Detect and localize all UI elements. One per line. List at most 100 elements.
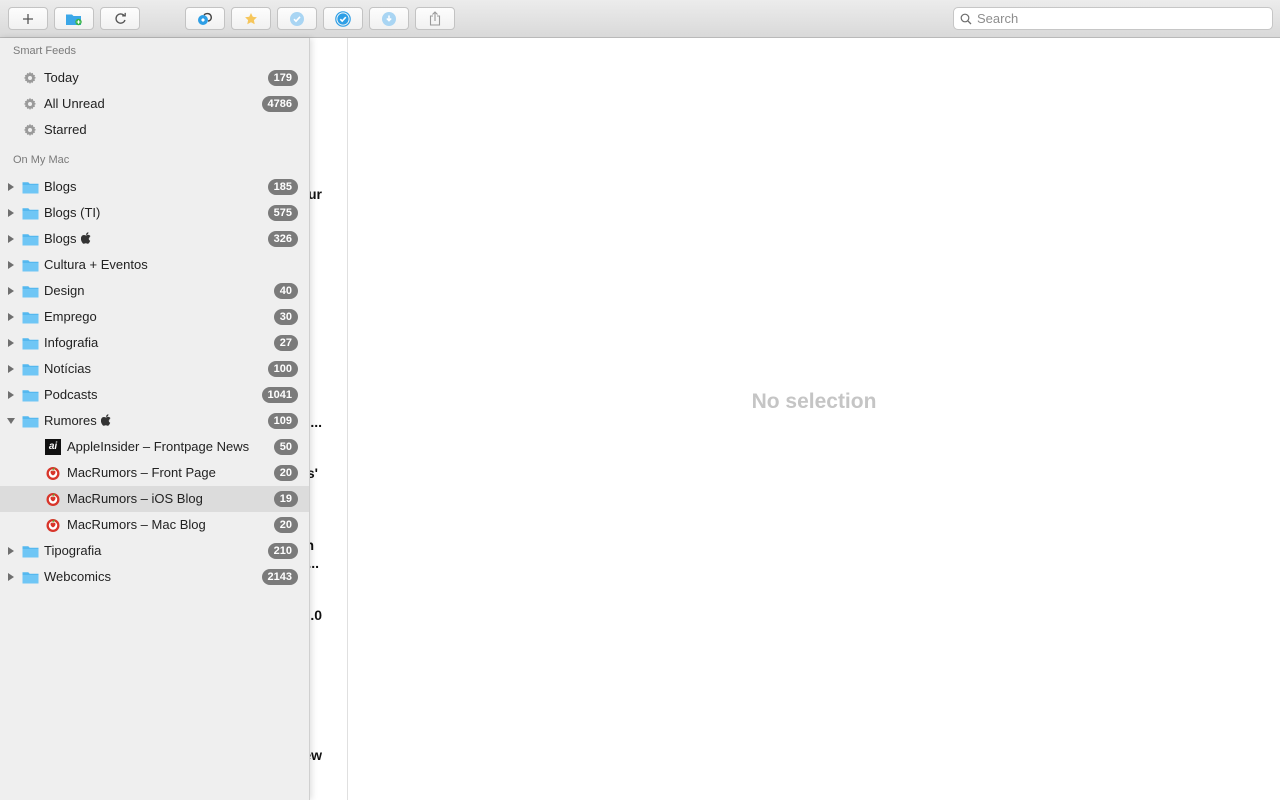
share-button[interactable] bbox=[415, 7, 455, 30]
disclosure-triangle-icon[interactable] bbox=[6, 338, 16, 348]
folder-name: Cultura + Eventos bbox=[44, 257, 148, 272]
folder-icon bbox=[22, 390, 39, 402]
feed-name: MacRumors – Mac Blog bbox=[67, 517, 206, 532]
disclosure-triangle-icon[interactable] bbox=[6, 416, 16, 426]
sidebar-item-label: Blogs bbox=[44, 179, 77, 194]
macrumors-icon bbox=[46, 519, 60, 532]
disclosure-triangle-icon[interactable] bbox=[6, 546, 16, 556]
unread-count-badge: 4786 bbox=[261, 96, 298, 112]
unread-count-badge: 20 bbox=[273, 465, 298, 481]
gear-icon bbox=[23, 71, 37, 84]
on-my-mac-header: On My Mac bbox=[13, 154, 70, 166]
article-title-fragment[interactable]: s' bbox=[310, 465, 318, 481]
sidebar-folder-blogs[interactable]: Blogs 185 bbox=[0, 174, 309, 200]
sidebar-item-label: Today bbox=[44, 70, 79, 85]
unread-count-badge: 27 bbox=[273, 335, 298, 351]
sidebar-feed-macrumors-ios-blog[interactable]: MacRumors – iOS Blog 19 bbox=[0, 486, 309, 512]
sidebar-feed-appleinsider-frontpage-news[interactable]: ai AppleInsider – Frontpage News 50 bbox=[0, 434, 309, 460]
folder-name: Emprego bbox=[44, 309, 97, 324]
unread-count-badge: 575 bbox=[267, 205, 298, 221]
sidebar-folder-blogs[interactable]: Blogs 326 bbox=[0, 226, 309, 252]
new-folder-button[interactable] bbox=[54, 7, 94, 30]
article-title-fragment[interactable]: ew bbox=[310, 747, 322, 763]
mark-all-read-button[interactable] bbox=[323, 7, 363, 30]
disclosure-triangle-icon[interactable] bbox=[6, 182, 16, 192]
toolbar bbox=[0, 0, 1280, 38]
sidebar-item-label: Starred bbox=[44, 122, 87, 137]
feed-name: MacRumors – Front Page bbox=[67, 465, 216, 480]
article-title-fragment[interactable]: .0 bbox=[310, 607, 322, 623]
macrumors-icon bbox=[46, 493, 60, 506]
unread-count-badge: 179 bbox=[267, 70, 298, 86]
disclosure-triangle-icon[interactable] bbox=[6, 572, 16, 582]
article-list[interactable]: ur e... s' n ... .0 ew bbox=[310, 38, 348, 800]
sidebar-folder-emprego[interactable]: Emprego 30 bbox=[0, 304, 309, 330]
disclosure-triangle-icon[interactable] bbox=[6, 286, 16, 296]
smart-feed-all-unread[interactable]: All Unread 4786 bbox=[0, 91, 309, 117]
folder-name: Infografia bbox=[44, 335, 99, 350]
sidebar-item-label: Notícias bbox=[44, 361, 91, 376]
sidebar-item-label: Rumores bbox=[44, 413, 111, 428]
unread-count-badge: 1041 bbox=[261, 387, 298, 403]
macrumors-icon bbox=[46, 467, 60, 480]
article-title-fragment[interactable]: ur bbox=[310, 186, 322, 202]
sidebar-item-label: Cultura + Eventos bbox=[44, 257, 148, 272]
sidebar-folder-rumores[interactable]: Rumores 109 bbox=[0, 408, 309, 434]
open-in-browser-button[interactable] bbox=[185, 7, 225, 30]
article-title-fragment[interactable]: e... bbox=[310, 414, 322, 430]
add-feed-button[interactable] bbox=[8, 7, 48, 30]
folder-name: Blogs (TI) bbox=[44, 205, 101, 220]
apple-logo-icon bbox=[80, 232, 91, 244]
disclosure-triangle-icon[interactable] bbox=[6, 260, 16, 270]
folder-name: Design bbox=[44, 283, 85, 298]
folder-name: Webcomics bbox=[44, 569, 111, 584]
folder-name: Rumores bbox=[44, 413, 97, 428]
gear-icon bbox=[23, 97, 37, 110]
folder-icon bbox=[22, 312, 39, 324]
refresh-button[interactable] bbox=[100, 7, 140, 30]
star-button[interactable] bbox=[231, 7, 271, 30]
sidebar-folder-design[interactable]: Design 40 bbox=[0, 278, 309, 304]
search-field[interactable] bbox=[953, 7, 1273, 30]
unread-count-badge: 109 bbox=[267, 413, 298, 429]
sidebar-folder-webcomics[interactable]: Webcomics 2143 bbox=[0, 564, 309, 590]
smart-feed-starred[interactable]: Starred bbox=[0, 117, 309, 143]
sidebar-folder-infografia[interactable]: Infografia 27 bbox=[0, 330, 309, 356]
sidebar-folder-podcasts[interactable]: Podcasts 1041 bbox=[0, 382, 309, 408]
sidebar-feed-macrumors-front-page[interactable]: MacRumors – Front Page 20 bbox=[0, 460, 309, 486]
sidebar-item-label: All Unread bbox=[44, 96, 105, 111]
disclosure-triangle-icon[interactable] bbox=[6, 312, 16, 322]
next-unread-button[interactable] bbox=[369, 7, 409, 30]
unread-count-badge: 20 bbox=[273, 517, 298, 533]
refresh-icon bbox=[114, 12, 126, 24]
article-detail: No selection bbox=[348, 38, 1280, 800]
mark-read-button[interactable] bbox=[277, 7, 317, 30]
unread-count-badge: 210 bbox=[267, 543, 298, 559]
sidebar-item-label: Design bbox=[44, 283, 84, 298]
folder-name: Blogs bbox=[44, 179, 77, 194]
sidebar: Smart Feeds Today 179 All Unread 4786 St… bbox=[0, 38, 310, 800]
sidebar-folder-cultura-eventos[interactable]: Cultura + Eventos bbox=[0, 252, 309, 278]
disclosure-triangle-icon[interactable] bbox=[6, 208, 16, 218]
search-input[interactable] bbox=[977, 11, 1267, 26]
sidebar-folder-not-cias[interactable]: Notícias 100 bbox=[0, 356, 309, 382]
smart-feed-today[interactable]: Today 179 bbox=[0, 65, 309, 91]
sidebar-folder-tipografia[interactable]: Tipografia 210 bbox=[0, 538, 309, 564]
folder-icon bbox=[22, 286, 39, 298]
folder-name: Notícias bbox=[44, 361, 91, 376]
folder-icon bbox=[22, 234, 39, 246]
disclosure-triangle-icon[interactable] bbox=[6, 390, 16, 400]
article-title-fragment[interactable]: n bbox=[310, 537, 314, 553]
check-all-icon bbox=[335, 10, 351, 27]
sidebar-feed-macrumors-mac-blog[interactable]: MacRumors – Mac Blog 20 bbox=[0, 512, 309, 538]
plus-icon bbox=[23, 13, 33, 24]
disclosure-triangle-icon[interactable] bbox=[6, 234, 16, 244]
feed-name: AppleInsider – Frontpage News bbox=[67, 439, 250, 454]
sidebar-folder-blogs-ti[interactable]: Blogs (TI) 575 bbox=[0, 200, 309, 226]
safari-icon bbox=[198, 12, 212, 25]
folder-name: Blogs bbox=[44, 231, 77, 246]
disclosure-triangle-icon[interactable] bbox=[6, 364, 16, 374]
apple-logo-icon bbox=[100, 414, 111, 426]
sidebar-item-label: Tipografia bbox=[44, 543, 101, 558]
article-title-fragment[interactable]: ... bbox=[310, 555, 319, 571]
